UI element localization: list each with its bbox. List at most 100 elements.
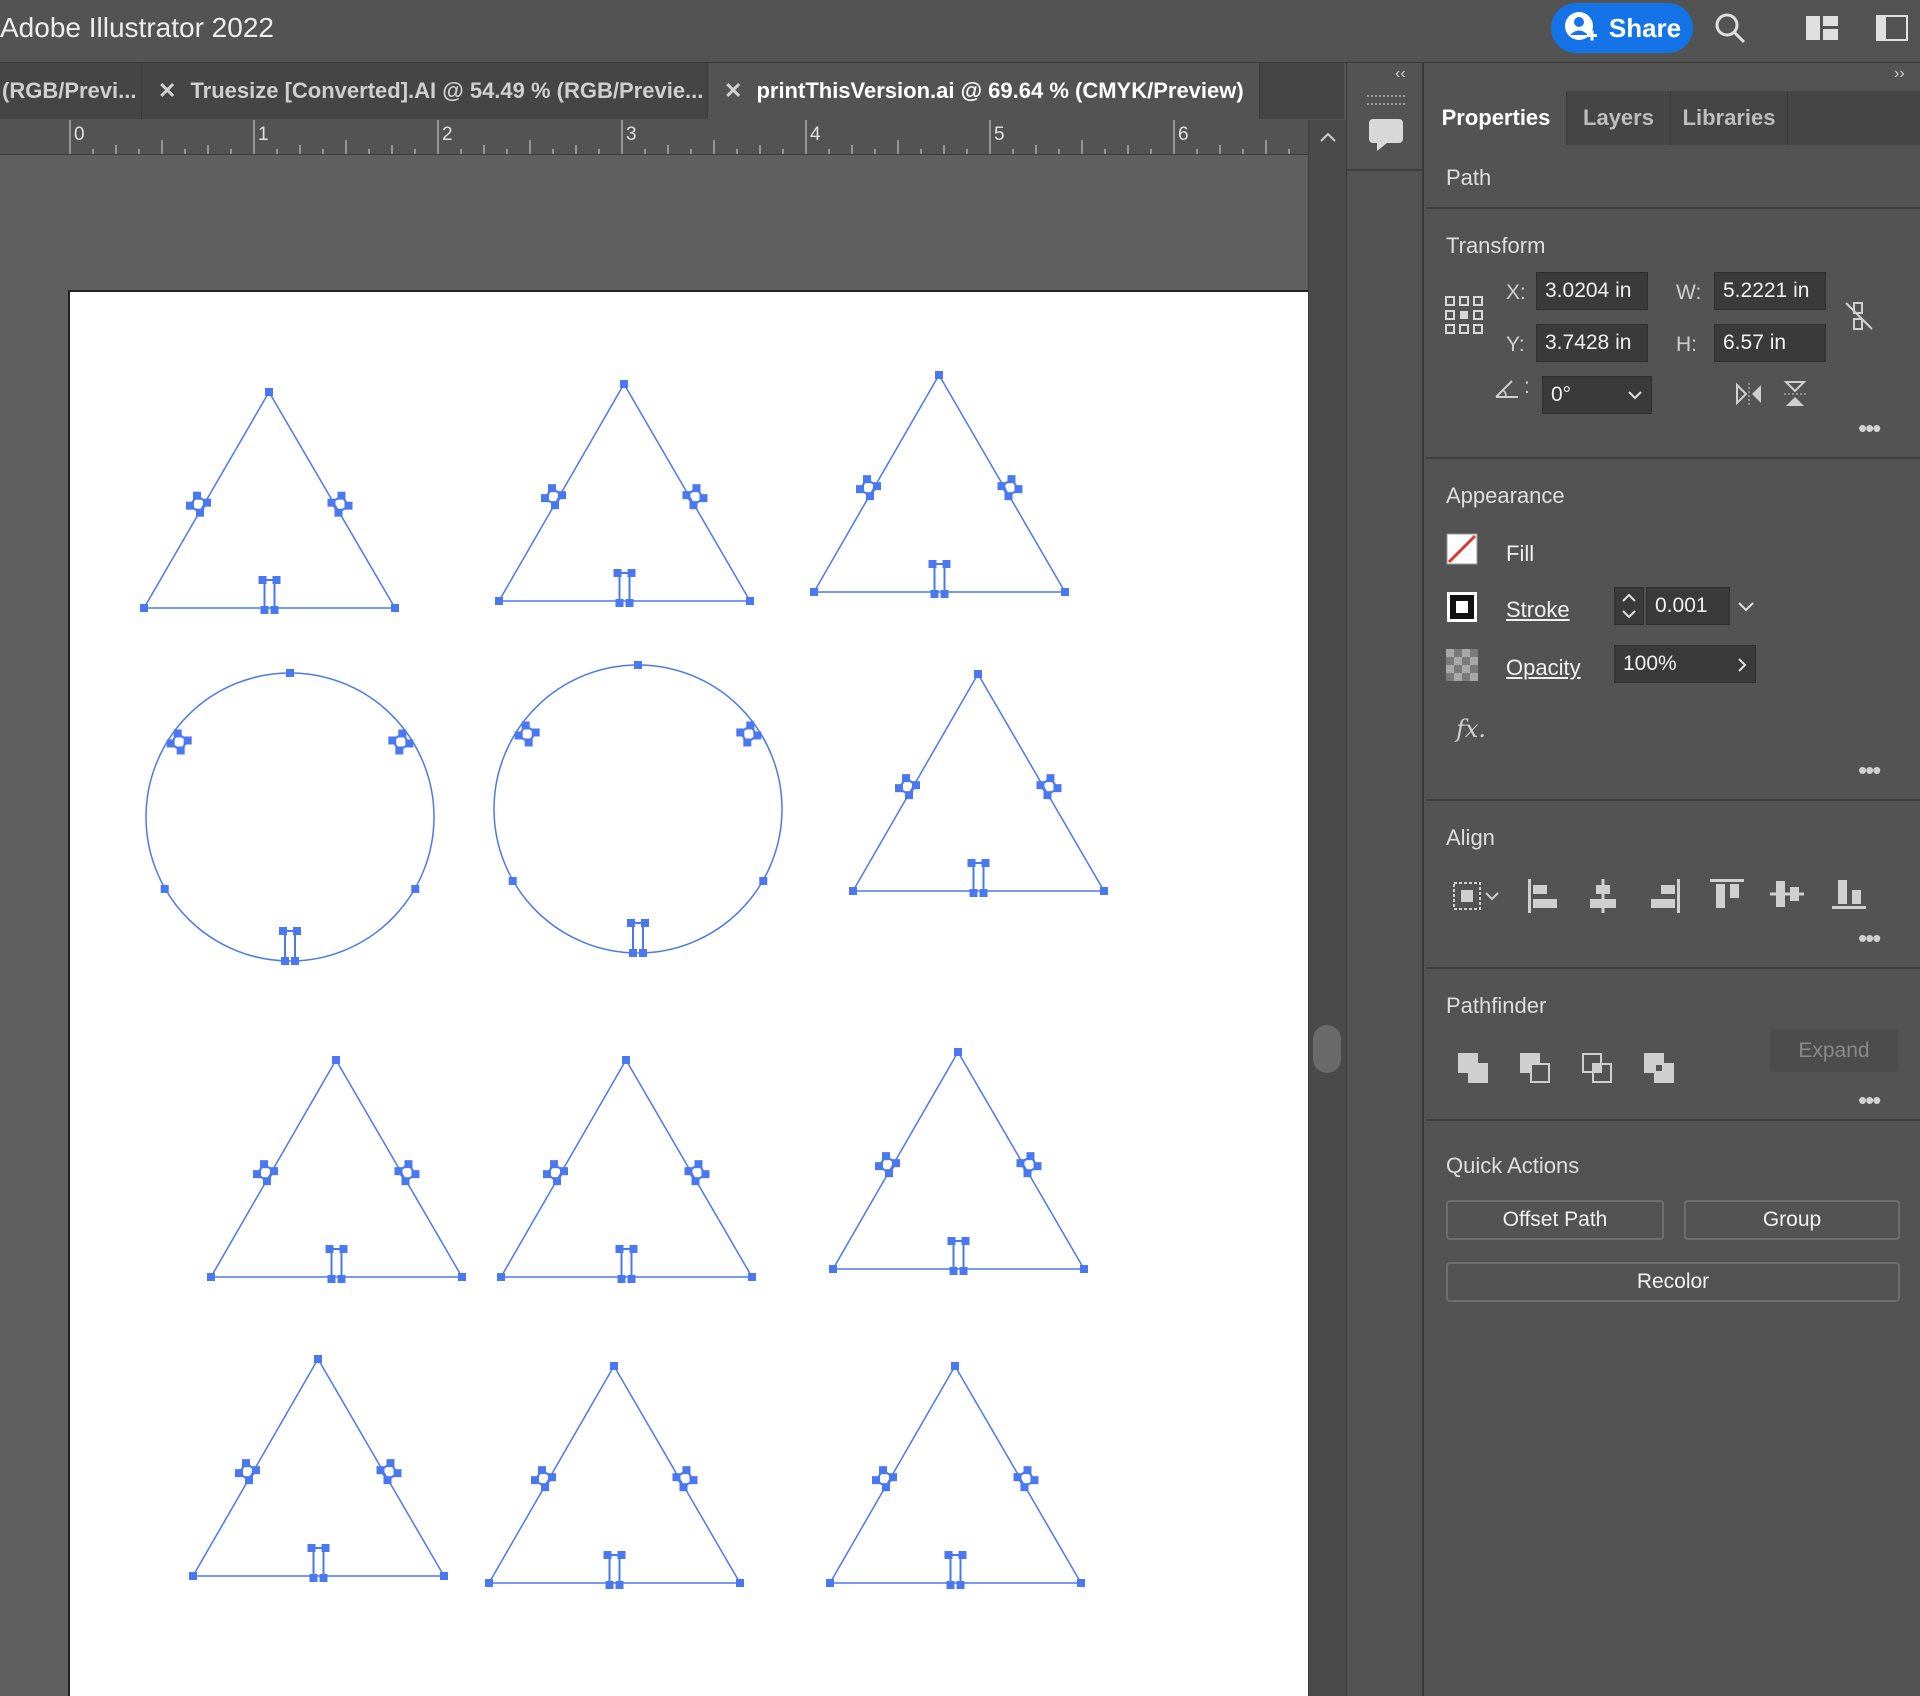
align-vertical-center-icon[interactable] xyxy=(1768,877,1806,911)
x-input[interactable]: 3.0204 in xyxy=(1536,272,1648,310)
ruler-ticks xyxy=(69,120,1290,154)
chevron-right-icon[interactable] xyxy=(1735,656,1749,674)
tab-label: Layers xyxy=(1583,105,1654,130)
tab-document-2[interactable]: ✕ Truesize [Converted].AI @ 54.49 % (RGB… xyxy=(142,63,708,119)
align-to-selection-icon[interactable] xyxy=(1452,879,1502,913)
ruler-tick-label: 4 xyxy=(810,124,821,145)
transform-more-options-icon[interactable]: ••• xyxy=(1858,413,1881,444)
share-button[interactable]: Share xyxy=(1551,3,1693,53)
pathfinder-title: Pathfinder xyxy=(1446,993,1547,1018)
tab-label: Truesize [Converted].AI @ 54.49 % (RGB/P… xyxy=(190,78,704,103)
opacity-label[interactable]: Opacity xyxy=(1506,655,1581,681)
rotate-colon: : xyxy=(1524,375,1530,398)
chevron-down-icon[interactable] xyxy=(1627,389,1643,401)
share-label: Share xyxy=(1608,12,1682,43)
horizontal-ruler: 0 1 2 3 4 5 6 xyxy=(0,120,1308,155)
close-tab-icon[interactable]: ✕ xyxy=(158,78,176,104)
expand-button[interactable]: Expand xyxy=(1770,1030,1898,1072)
ruler-tick-label: 3 xyxy=(626,124,637,145)
fill-label: Fill xyxy=(1506,541,1535,566)
opacity-value: 100% xyxy=(1623,652,1677,675)
section-divider xyxy=(1426,967,1920,969)
align-title: Align xyxy=(1446,825,1495,850)
align-more-options-icon[interactable]: ••• xyxy=(1858,923,1881,954)
tab-properties[interactable]: Properties xyxy=(1426,91,1566,145)
chevron-down-icon[interactable] xyxy=(1736,599,1756,613)
workspace-switcher-icon[interactable] xyxy=(1804,10,1840,46)
ruler-tick-label: 0 xyxy=(74,124,85,145)
collapse-left-icon[interactable]: ‹‹ xyxy=(1395,65,1406,83)
title-bar: Adobe Illustrator 2022 Share xyxy=(0,0,1920,63)
stroke-label[interactable]: Stroke xyxy=(1506,597,1570,623)
constrain-proportions-icon[interactable] xyxy=(1842,299,1876,333)
align-top-icon[interactable] xyxy=(1708,877,1746,911)
rotate-angle-icon xyxy=(1495,380,1518,398)
strip-divider xyxy=(1347,169,1423,171)
h-label: H: xyxy=(1676,333,1697,356)
strip-grip[interactable] xyxy=(1367,95,1405,105)
x-label: X: xyxy=(1506,281,1526,304)
section-divider xyxy=(1426,799,1920,801)
rotate-input[interactable]: 0° xyxy=(1542,376,1652,414)
scrollbar-thumb[interactable] xyxy=(1313,1025,1341,1073)
w-label: W: xyxy=(1676,281,1702,304)
y-label: Y: xyxy=(1506,333,1525,356)
tab-libraries[interactable]: Libraries xyxy=(1670,91,1788,145)
tab-label: printThisVersion.ai @ 69.64 % (CMYK/Prev… xyxy=(756,78,1244,103)
tab-label: Properties xyxy=(1441,105,1551,130)
pathfinder-exclude-icon[interactable] xyxy=(1642,1051,1676,1085)
stroke-stepper[interactable] xyxy=(1614,587,1644,625)
transform-title: Transform xyxy=(1446,233,1546,258)
collapse-right-icon[interactable]: ›› xyxy=(1894,65,1905,83)
recolor-button[interactable]: Recolor xyxy=(1446,1262,1900,1302)
tab-label: (RGB/Previ... xyxy=(2,78,137,103)
pathfinder-intersect-icon[interactable] xyxy=(1580,1051,1614,1085)
vertical-scrollbar[interactable] xyxy=(1308,120,1347,1696)
opacity-checker-icon[interactable] xyxy=(1446,649,1478,681)
fill-none-swatch-icon[interactable] xyxy=(1446,533,1478,565)
appearance-more-options-icon[interactable]: ••• xyxy=(1858,755,1881,786)
h-input[interactable]: 6.57 in xyxy=(1714,324,1826,362)
flip-vertical-icon[interactable] xyxy=(1782,379,1808,409)
ruler-tick-label: 1 xyxy=(258,124,269,145)
reference-point-icon[interactable] xyxy=(1444,295,1484,335)
stroke-weight-input[interactable]: 0.001 xyxy=(1646,587,1730,625)
pathfinder-more-options-icon[interactable]: ••• xyxy=(1858,1085,1881,1116)
ruler-tick-label: 2 xyxy=(442,124,453,145)
section-divider xyxy=(1426,207,1920,209)
align-right-icon[interactable] xyxy=(1648,877,1682,915)
tab-label: Libraries xyxy=(1682,105,1776,130)
align-bottom-icon[interactable] xyxy=(1830,877,1868,911)
panel-toggle-icon[interactable] xyxy=(1874,10,1910,46)
quick-actions-title: Quick Actions xyxy=(1446,1153,1580,1178)
offset-path-button[interactable]: Offset Path xyxy=(1446,1200,1664,1240)
app-title: Adobe Illustrator 2022 xyxy=(0,12,274,43)
tab-document-3[interactable]: ✕ printThisVersion.ai @ 69.64 % (CMYK/Pr… xyxy=(708,63,1260,119)
close-tab-icon[interactable]: ✕ xyxy=(724,78,742,104)
share-user-icon xyxy=(1564,12,1597,41)
ruler-tick-label: 5 xyxy=(994,124,1005,145)
align-horizontal-center-icon[interactable] xyxy=(1586,877,1620,915)
align-left-icon[interactable] xyxy=(1526,877,1560,915)
stepper-arrows-icon[interactable] xyxy=(1620,591,1638,621)
comments-icon[interactable] xyxy=(1367,115,1405,153)
stroke-swatch-icon[interactable] xyxy=(1446,591,1478,623)
collapsed-panel-strip: ‹‹ xyxy=(1346,63,1424,1696)
opacity-input[interactable]: 100% xyxy=(1614,645,1756,683)
section-divider xyxy=(1426,457,1920,459)
w-input[interactable]: 5.2221 in xyxy=(1714,272,1826,310)
scroll-up-icon[interactable] xyxy=(1319,130,1337,144)
artboard[interactable] xyxy=(68,290,1308,1696)
tab-document-1[interactable]: (RGB/Previ... xyxy=(0,63,142,119)
properties-panel: ›› Properties Layers Libraries Path Tran… xyxy=(1426,63,1920,1696)
flip-horizontal-icon[interactable] xyxy=(1734,381,1764,407)
document-tab-bar: (RGB/Previ... ✕ Truesize [Converted].AI … xyxy=(0,63,1344,119)
pathfinder-unite-icon[interactable] xyxy=(1456,1051,1490,1085)
fx-effects-icon[interactable]: fx. xyxy=(1456,715,1486,743)
object-type-label: Path xyxy=(1446,165,1492,190)
tab-layers[interactable]: Layers xyxy=(1566,91,1670,145)
pathfinder-minus-front-icon[interactable] xyxy=(1518,1051,1552,1085)
group-button[interactable]: Group xyxy=(1684,1200,1900,1240)
y-input[interactable]: 3.7428 in xyxy=(1536,324,1648,362)
search-icon[interactable] xyxy=(1712,10,1748,46)
